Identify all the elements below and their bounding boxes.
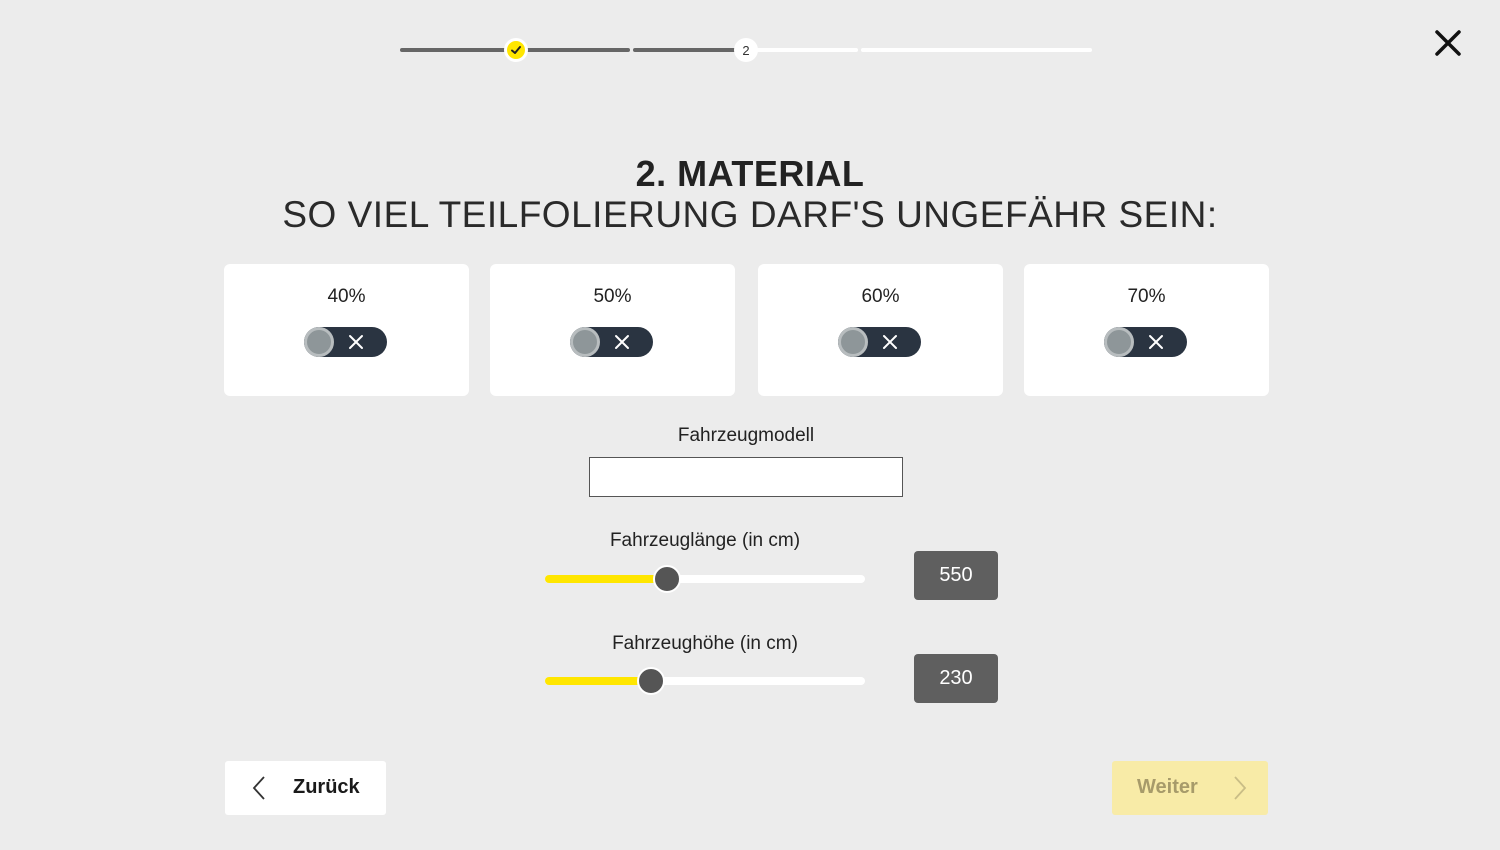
- vehicle-length-value: 550: [914, 551, 998, 600]
- option-card-40[interactable]: 40%: [224, 264, 469, 396]
- toggle-knob: [570, 327, 600, 357]
- toggle-knob: [838, 327, 868, 357]
- option-toggle[interactable]: [570, 327, 653, 357]
- slider-fill: [545, 575, 667, 583]
- slider-fill: [545, 677, 651, 685]
- option-label: 60%: [861, 286, 900, 307]
- close-icon[interactable]: [1431, 26, 1465, 60]
- option-toggle[interactable]: [304, 327, 387, 357]
- slider-thumb[interactable]: [636, 667, 665, 695]
- page-title: 2. MATERIAL: [635, 153, 865, 194]
- progress-segment-pending: [861, 48, 1092, 52]
- back-button[interactable]: Zurück: [225, 761, 386, 815]
- option-label: 40%: [327, 286, 366, 307]
- vehicle-height-label: Fahrzeughöhe (in cm): [612, 633, 798, 654]
- step-completed-checkmark-icon: [504, 38, 528, 62]
- close-icon: [883, 335, 897, 349]
- slider-thumb[interactable]: [652, 565, 681, 593]
- chevron-left-icon: [252, 776, 265, 800]
- option-label: 70%: [1127, 286, 1166, 307]
- next-button-label: Weiter: [1137, 776, 1198, 798]
- next-button[interactable]: Weiter: [1112, 761, 1268, 815]
- option-card-60[interactable]: 60%: [758, 264, 1003, 396]
- coverage-options: 40% 50% 60% 70%: [224, 264, 1270, 396]
- toggle-knob: [1104, 327, 1134, 357]
- progress-segment-pending: [746, 48, 858, 52]
- page-subtitle: SO VIEL TEILFOLIERUNG DARF'S UNGEFÄHR SE…: [282, 194, 1218, 235]
- vehicle-length-label: Fahrzeuglänge (in cm): [609, 530, 801, 551]
- vehicle-height-value: 230: [914, 654, 998, 703]
- vehicle-length-slider[interactable]: [545, 564, 865, 594]
- progress-segment-completed: [633, 48, 746, 52]
- vehicle-height-slider[interactable]: [545, 666, 865, 696]
- chevron-right-icon: [1234, 776, 1247, 800]
- step-current-indicator: 2: [734, 38, 758, 62]
- vehicle-model-input[interactable]: [589, 457, 903, 497]
- close-icon: [615, 335, 629, 349]
- close-icon: [1149, 335, 1163, 349]
- option-card-70[interactable]: 70%: [1024, 264, 1269, 396]
- close-icon: [349, 335, 363, 349]
- progress-stepper: 2: [400, 37, 1092, 63]
- vehicle-model-label: Fahrzeugmodell: [677, 425, 815, 446]
- back-button-label: Zurück: [293, 776, 360, 798]
- option-toggle[interactable]: [1104, 327, 1187, 357]
- toggle-knob: [304, 327, 334, 357]
- option-toggle[interactable]: [838, 327, 921, 357]
- option-card-50[interactable]: 50%: [490, 264, 735, 396]
- option-label: 50%: [593, 286, 632, 307]
